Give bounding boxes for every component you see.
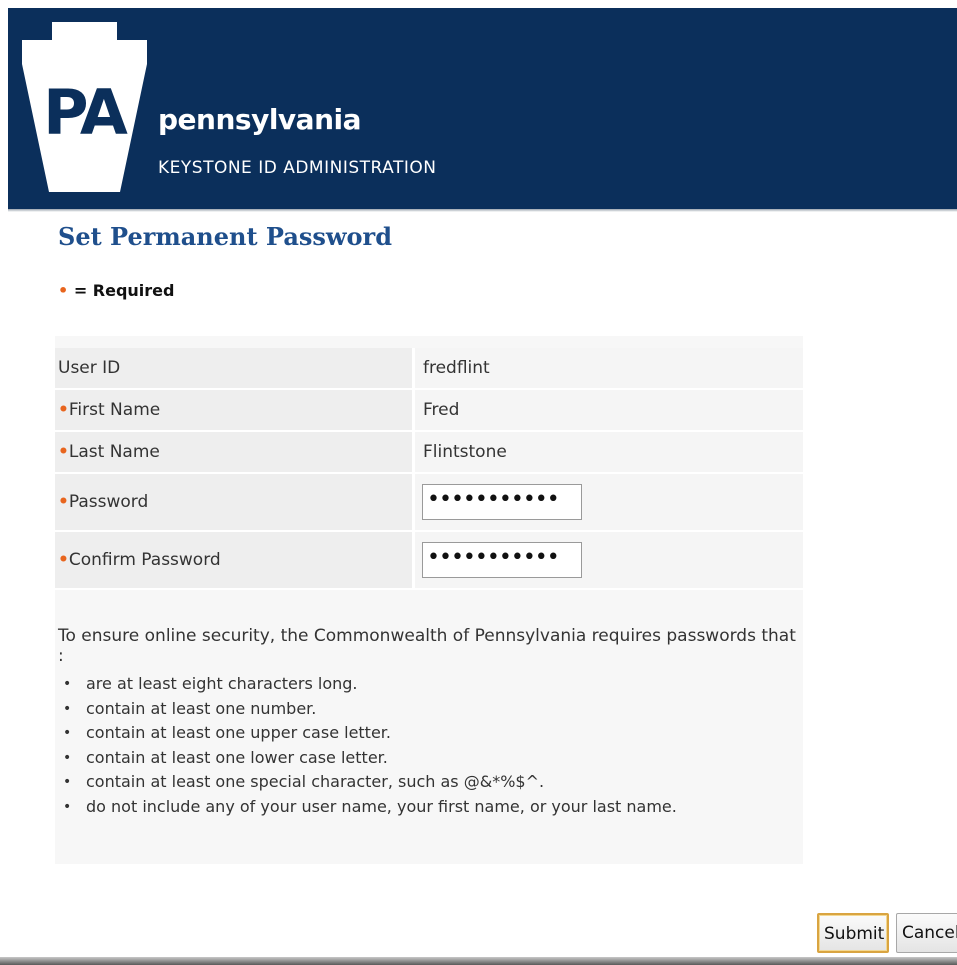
row-user-id: User ID fredflint <box>55 348 803 390</box>
logo-text: PA <box>43 76 128 149</box>
confirm-password-label-text: Confirm Password <box>68 550 221 570</box>
list-item: • do not include any of your user name, y… <box>58 795 677 820</box>
required-marker: • <box>58 492 69 512</box>
user-id-value: fredflint <box>412 348 803 390</box>
required-legend: • = Required <box>58 281 174 300</box>
first-name-label-text: First Name <box>68 400 161 420</box>
list-item: • contain at least one number. <box>58 697 677 722</box>
bullet-icon: • <box>63 700 72 717</box>
rule-text: contain at least one lower case letter. <box>86 747 388 767</box>
first-name-label: • First Name <box>55 390 412 432</box>
confirm-password-label: • Confirm Password <box>55 532 412 590</box>
form-panel: User ID fredflint • First Name Fred • Last… <box>55 336 803 864</box>
password-rules-list: • are at least eight characters long. • co… <box>58 672 677 820</box>
password-cell: ••••••••••• <box>412 474 803 532</box>
password-rules-intro: To ensure online security, the Commonwea… <box>58 626 796 666</box>
rule-text: contain at least one special character, … <box>86 772 545 792</box>
password-label-text: Password <box>68 492 149 512</box>
list-item: • contain at least one lower case letter. <box>58 746 677 771</box>
list-item: • contain at least one upper case letter. <box>58 721 677 746</box>
bullet-icon: • <box>63 725 72 742</box>
row-password: • Password ••••••••••• <box>55 474 803 532</box>
rule-text: contain at least one upper case letter. <box>86 723 391 743</box>
last-name-value: Flintstone <box>412 432 803 474</box>
header-banner: PA pennsylvania KEYSTONE ID ADMINISTRATI… <box>8 8 957 209</box>
rule-text: do not include any of your user name, yo… <box>86 796 677 816</box>
password-label: • Password <box>55 474 412 532</box>
required-marker: • <box>58 442 69 462</box>
page-title: Set Permanent Password <box>58 222 392 251</box>
list-item: • are at least eight characters long. <box>58 672 677 697</box>
rule-text: contain at least one number. <box>86 698 317 718</box>
cancel-button[interactable]: Cancel <box>896 913 957 953</box>
bullet-icon: • <box>63 798 72 815</box>
user-id-label: User ID <box>55 348 412 390</box>
bullet-icon: • <box>63 774 72 791</box>
bullet-icon: • <box>63 749 72 766</box>
bottom-divider <box>0 957 957 965</box>
password-input[interactable]: ••••••••••• <box>422 484 582 520</box>
list-item: • contain at least one special character,… <box>58 770 677 795</box>
required-marker: • <box>58 400 69 420</box>
rule-text: are at least eight characters long. <box>86 674 358 693</box>
brand-name: pennsylvania <box>158 103 362 136</box>
last-name-label-text: Last Name <box>68 442 160 462</box>
first-name-value: Fred <box>412 390 803 432</box>
required-marker: • <box>58 550 69 570</box>
confirm-password-input[interactable]: ••••••••••• <box>422 542 582 578</box>
row-last-name: • Last Name Flintstone <box>55 432 803 474</box>
confirm-password-cell: ••••••••••• <box>412 532 803 590</box>
bullet-icon: • <box>63 676 72 692</box>
row-first-name: • First Name Fred <box>55 390 803 432</box>
header-divider <box>8 209 957 212</box>
required-marker: • <box>58 281 69 300</box>
submit-button[interactable]: Submit <box>817 913 889 953</box>
required-legend-text: = Required <box>73 281 175 300</box>
brand-subtitle: KEYSTONE ID ADMINISTRATION <box>158 158 437 178</box>
keystone-logo-icon: PA <box>22 22 147 192</box>
row-confirm-password: • Confirm Password ••••••••••• <box>55 532 803 590</box>
last-name-label: • Last Name <box>55 432 412 474</box>
